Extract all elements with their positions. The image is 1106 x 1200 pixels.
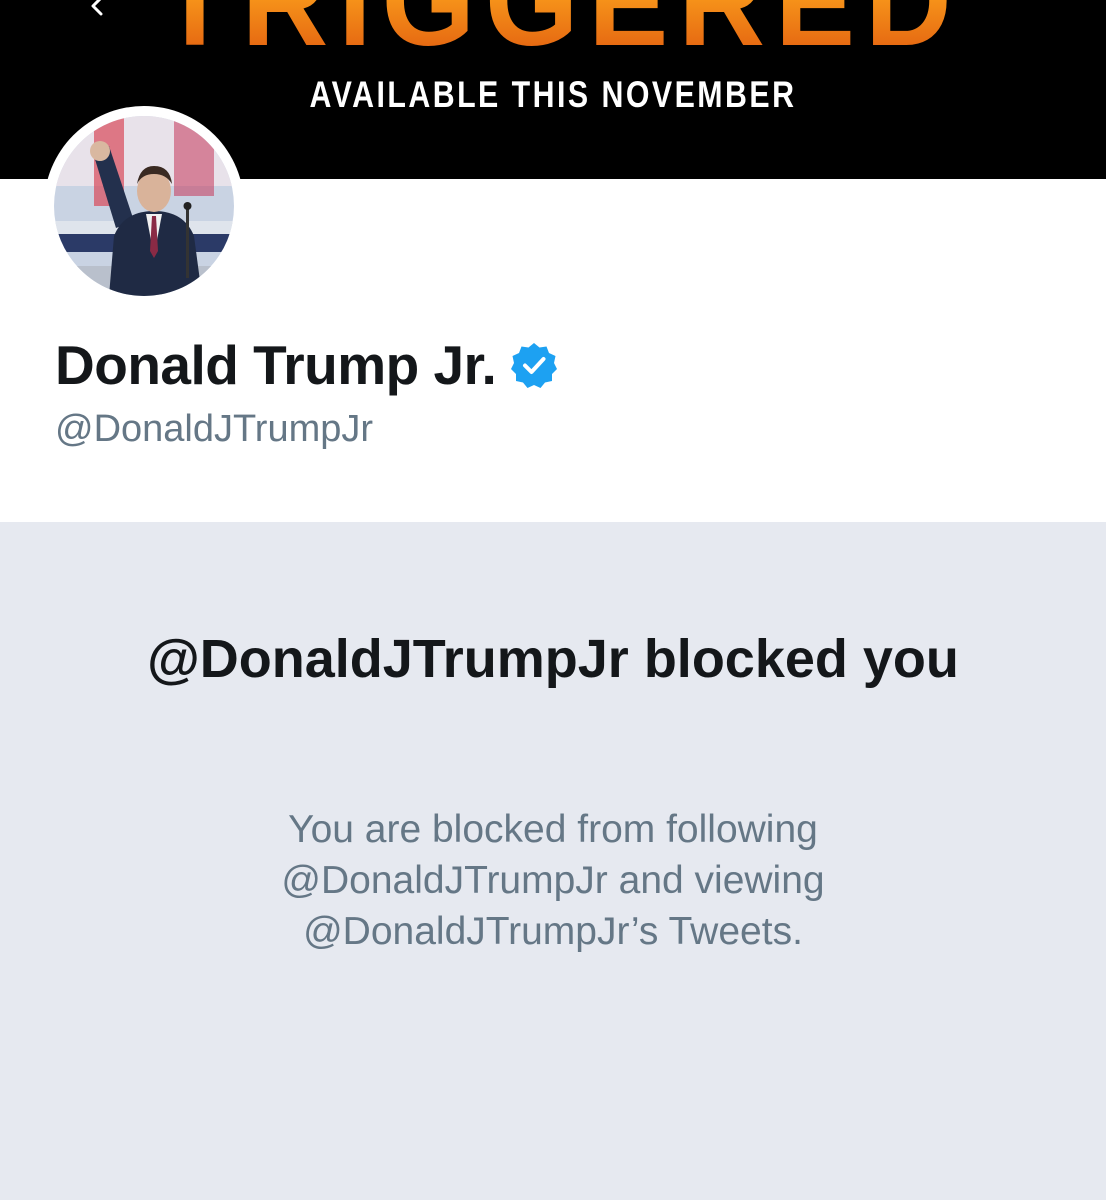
banner-subtitle: AVAILABLE THIS NOVEMBER [309, 74, 797, 115]
blocked-description: You are blocked from following @DonaldJT… [281, 808, 825, 953]
display-name: Donald Trump Jr. [55, 334, 497, 396]
blocked-title: @DonaldJTrumpJr blocked you [147, 629, 959, 689]
banner-title: TRIGGERED [150, 0, 970, 65]
profile-handle: @DonaldJTrumpJr [55, 408, 374, 450]
blocked-notice: @DonaldJTrumpJr blocked you You are bloc… [0, 522, 1106, 1200]
avatar[interactable] [44, 106, 244, 306]
avatar-photo [54, 116, 234, 296]
verified-badge-icon [511, 343, 558, 388]
name-row: Donald Trump Jr. [55, 333, 558, 397]
back-arrow-icon[interactable] [86, 0, 110, 18]
